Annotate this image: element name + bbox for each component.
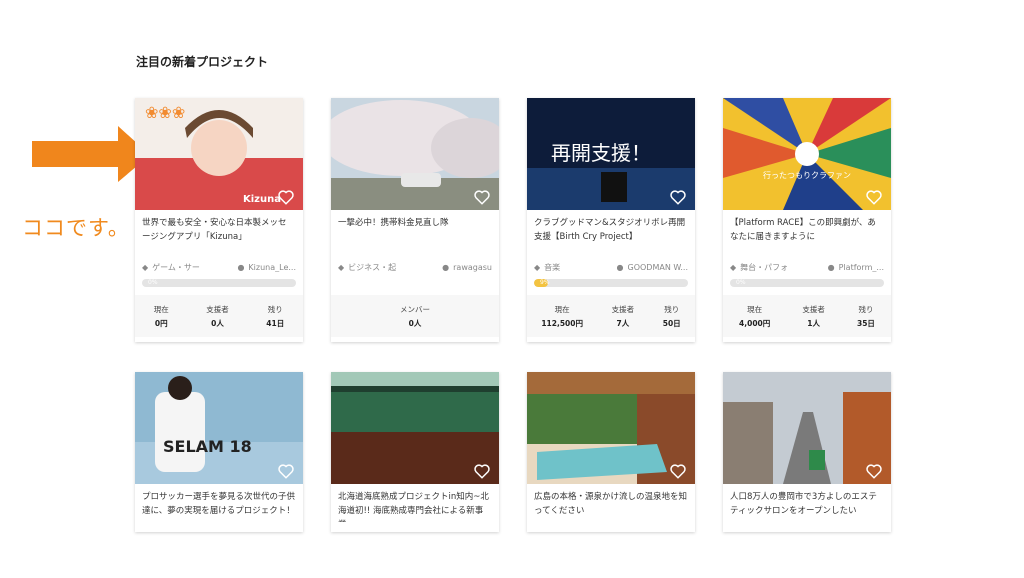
project-title[interactable]: 【Platform RACE】この即興劇が、あなたに届きますように [723,210,891,248]
owner: ● Platform_... [827,263,884,272]
heart-icon[interactable] [473,188,491,206]
heart-icon[interactable] [277,188,295,206]
annotation-note: ココです。 [22,216,130,240]
annotation-arrow-icon [32,126,150,182]
project-card[interactable]: 再開支援！ クラブグッドマン&スタジオリボレ再開支援【Birth Cry Pro… [527,98,695,342]
project-card[interactable]: 人口8万人の豊岡市で3方よしのエステティックサロンをオープンしたい [723,372,891,532]
category: ◆ 音楽 [534,263,561,272]
project-title[interactable]: プロサッカー選手を夢見る次世代の子供達に、夢の実現を届けるプロジェクト！ [135,484,303,522]
project-card[interactable]: ❀❀❀ Kizuna 世界で最も安全・安心な日本製メッセージングアプリ「Kizu… [135,98,303,342]
owner: ● GOODMAN W... [616,263,688,272]
svg-text:SELAM 18: SELAM 18 [163,437,252,456]
project-thumbnail[interactable] [723,372,891,484]
svg-text:行ったつもりクラファン: 行ったつもりクラファン [763,170,851,180]
project-title[interactable]: クラブグッドマン&スタジオリボレ再開支援【Birth Cry Project】 [527,210,695,248]
project-card[interactable]: SELAM 18 プロサッカー選手を夢見る次世代の子供達に、夢の実現を届けるプロ… [135,372,303,532]
project-thumbnail[interactable] [331,98,499,210]
tag-icon: ◆ [730,263,737,272]
heart-icon[interactable] [865,188,883,206]
heart-icon[interactable] [473,462,491,480]
project-thumbnail[interactable]: SELAM 18 [135,372,303,484]
project-card[interactable]: 一撃必中！携帯料金見直し隊 ◆ ビジネス・起 ● rawagasu メンバー 0人 [331,98,499,342]
section-title: 注目の新着プロジェクト [136,55,269,69]
project-title[interactable]: 人口8万人の豊岡市で3方よしのエステティックサロンをオープンしたい [723,484,891,522]
project-title[interactable]: 世界で最も安全・安心な日本製メッセージングアプリ「Kizuna」 [135,210,303,248]
category: ◆ ゲーム・サー [142,263,200,272]
user-icon: ● [827,263,835,272]
user-icon: ● [237,263,245,272]
heart-icon[interactable] [277,462,295,480]
project-title[interactable]: 北海道海底熟成プロジェクトin知内~北海道初!! 海底熟成専門会社による新事業 [331,484,499,522]
heart-icon[interactable] [865,462,883,480]
project-card[interactable]: 広島の本格・源泉かけ流しの温泉地を知ってください [527,372,695,532]
progress-bar: 9% [534,279,688,287]
progress-bar: 0% [142,279,296,287]
project-thumbnail[interactable]: ❀❀❀ Kizuna [135,98,303,210]
svg-text:再開支援！: 再開支援！ [551,141,651,165]
owner: ● Kizuna_Le... [237,263,296,272]
owner: ● rawagasu [442,263,492,272]
category: ◆ ビジネス・起 [338,263,397,272]
project-thumbnail[interactable] [331,372,499,484]
tag-icon: ◆ [338,263,345,272]
stats-row: 現在 4,000円 支援者 1人 残り 35日 [723,295,891,337]
progress-bar: 0% [730,279,884,287]
user-icon: ● [442,263,450,272]
project-grid: ❀❀❀ Kizuna 世界で最も安全・安心な日本製メッセージングアプリ「Kizu… [135,98,895,578]
stats-row: 現在 112,500円 支援者 7人 残り 50日 [527,295,695,337]
project-thumbnail[interactable]: 再開支援！ [527,98,695,210]
svg-text:Kizuna: Kizuna [243,194,281,205]
svg-text:❀❀❀: ❀❀❀ [145,103,185,122]
project-card[interactable]: 北海道海底熟成プロジェクトin知内~北海道初!! 海底熟成専門会社による新事業 [331,372,499,532]
project-title[interactable]: 広島の本格・源泉かけ流しの温泉地を知ってください [527,484,695,522]
heart-icon[interactable] [669,462,687,480]
stats-row: メンバー 0人 [331,295,499,337]
tag-icon: ◆ [534,263,541,272]
tag-icon: ◆ [142,263,149,272]
project-card[interactable]: 行ったつもりクラファン 【Platform RACE】この即興劇が、あなたに届き… [723,98,891,342]
user-icon: ● [616,263,624,272]
project-title[interactable]: 一撃必中！携帯料金見直し隊 [331,210,499,248]
category: ◆ 舞台・パフォ [730,263,789,272]
heart-icon[interactable] [669,188,687,206]
stats-row: 現在 0円 支援者 0人 残り 41日 [135,295,303,337]
project-thumbnail[interactable] [527,372,695,484]
project-thumbnail[interactable]: 行ったつもりクラファン [723,98,891,210]
